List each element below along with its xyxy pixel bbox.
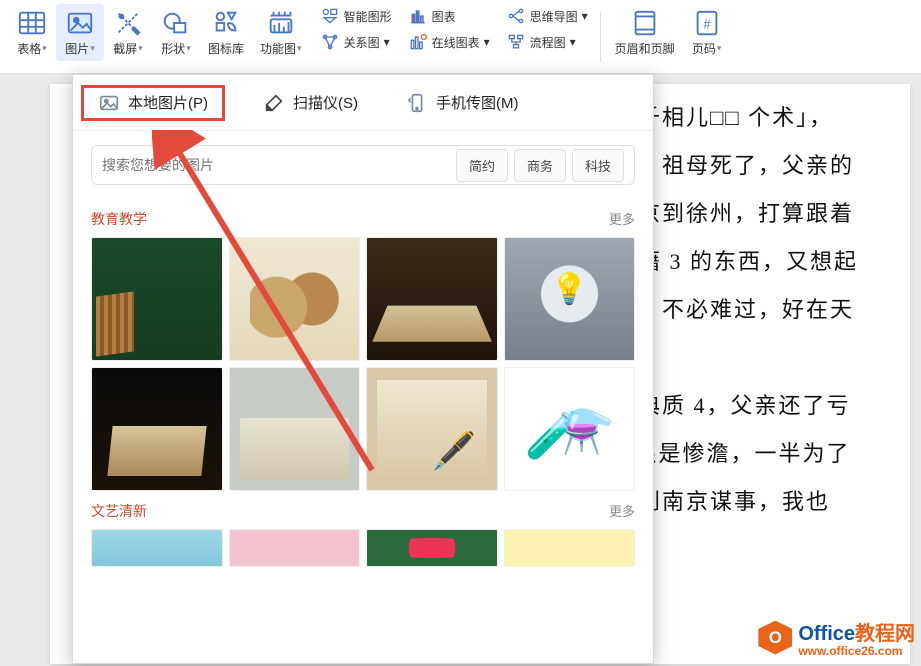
- function-chart[interactable]: 功能图▾: [252, 4, 310, 61]
- image-thumbnail[interactable]: [504, 237, 636, 361]
- flowchart-label: 流程图: [530, 34, 566, 51]
- svg-text:#: #: [703, 17, 711, 32]
- insert-image[interactable]: 图片▾: [56, 4, 104, 61]
- mindmap-label: 思维导图: [530, 8, 578, 25]
- insert-shape[interactable]: 形状▾: [152, 4, 200, 61]
- image-thumbnail[interactable]: [229, 529, 361, 567]
- image-thumbnail[interactable]: [504, 529, 636, 567]
- tab-phone[interactable]: 手机传图(M): [396, 86, 529, 120]
- watermark-logo: O: [758, 621, 792, 655]
- screenshot-label: 截屏: [113, 40, 137, 57]
- smart-shape[interactable]: 智能图形: [314, 4, 398, 28]
- scanner-icon: [263, 92, 285, 114]
- search-box[interactable]: 简约 商务 科技: [91, 145, 635, 185]
- flowchart[interactable]: 流程图▾: [500, 30, 594, 54]
- insert-image-label: 图片: [65, 40, 89, 57]
- phone-transfer-icon: [406, 92, 428, 114]
- insert-chart[interactable]: 图表: [402, 4, 496, 28]
- watermark-url: www.office26.com: [798, 644, 915, 658]
- mindmap-icon: [506, 6, 526, 26]
- image-thumbnail[interactable]: [91, 237, 223, 361]
- toolbar-separator: [600, 12, 601, 62]
- table-icon: [17, 8, 47, 38]
- thumbnail-grid-1: [91, 237, 635, 491]
- insert-image-dropdown: 本地图片(P) 扫描仪(S) 手机传图(M) 简约 商务 科技 教育教学 更多: [72, 74, 654, 664]
- screenshot-icon: [113, 8, 143, 38]
- header-footer-label: 页眉和页脚: [615, 40, 675, 57]
- category-literary: 文艺清新 更多: [73, 491, 653, 567]
- category-title: 文艺清新: [91, 501, 147, 521]
- header-footer-icon: [630, 8, 660, 38]
- ribbon-toolbar: 表格▾ 图片▾ 截屏▾ 形状▾ 图标库 功能图▾ 智能图形 关系图▾ 图表: [0, 0, 921, 74]
- image-thumbnail[interactable]: [91, 529, 223, 567]
- tab-local-label: 本地图片(P): [128, 92, 208, 113]
- chart-group-1: 智能图形 关系图▾: [314, 4, 398, 54]
- icon-library-icon: [211, 8, 241, 38]
- image-thumbnail[interactable]: [229, 367, 361, 491]
- category-education: 教育教学 更多: [73, 199, 653, 491]
- watermark: O Office教程网 www.office26.com: [758, 617, 915, 658]
- chart-icon: [408, 6, 428, 26]
- tab-scanner-label: 扫描仪(S): [293, 92, 358, 113]
- header-footer[interactable]: 页眉和页脚: [607, 4, 683, 61]
- online-chart-icon: [408, 32, 428, 52]
- insert-chart-label: 图表: [432, 8, 456, 25]
- icon-library-label: 图标库: [208, 40, 244, 57]
- chip-business[interactable]: 商务: [514, 149, 566, 182]
- image-thumbnail[interactable]: [504, 367, 636, 491]
- insert-shape-label: 形状: [161, 40, 185, 57]
- image-thumbnail[interactable]: [366, 367, 498, 491]
- image-thumbnail[interactable]: [366, 237, 498, 361]
- insert-table-label: 表格: [17, 40, 41, 57]
- search-input[interactable]: [102, 157, 448, 173]
- category-more[interactable]: 更多: [609, 209, 635, 228]
- page-number-label: 页码: [692, 40, 716, 57]
- watermark-brand: Office教程网: [798, 617, 915, 646]
- image-icon: [65, 8, 95, 38]
- chart-group-2: 图表 在线图表▾: [402, 4, 496, 54]
- image-thumbnail[interactable]: [229, 237, 361, 361]
- shape-icon: [161, 8, 191, 38]
- relation-chart-label: 关系图: [344, 34, 380, 51]
- search-row: 简约 商务 科技: [73, 131, 653, 199]
- function-chart-icon: [266, 8, 296, 38]
- screenshot[interactable]: 截屏▾: [104, 4, 152, 61]
- online-chart[interactable]: 在线图表▾: [402, 30, 496, 54]
- mindmap[interactable]: 思维导图▾: [500, 4, 594, 28]
- page-number-icon: #: [692, 8, 722, 38]
- tab-local-image[interactable]: 本地图片(P): [81, 85, 225, 121]
- page-number[interactable]: # 页码▾: [683, 4, 731, 61]
- tab-scanner[interactable]: 扫描仪(S): [253, 86, 368, 120]
- local-image-icon: [98, 92, 120, 114]
- relation-chart[interactable]: 关系图▾: [314, 30, 398, 54]
- chart-group-3: 思维导图▾ 流程图▾: [500, 4, 594, 54]
- insert-table[interactable]: 表格▾: [8, 4, 56, 61]
- smart-shape-label: 智能图形: [344, 8, 392, 25]
- flowchart-icon: [506, 32, 526, 52]
- online-chart-label: 在线图表: [432, 34, 480, 51]
- smart-shape-icon: [320, 6, 340, 26]
- tab-phone-label: 手机传图(M): [436, 92, 519, 113]
- chip-simple[interactable]: 简约: [456, 149, 508, 182]
- chip-tech[interactable]: 科技: [572, 149, 624, 182]
- thumbnail-grid-2: [91, 529, 635, 567]
- image-thumbnail[interactable]: [91, 367, 223, 491]
- image-thumbnail[interactable]: [366, 529, 498, 567]
- category-more[interactable]: 更多: [609, 501, 635, 520]
- filter-chips: 简约 商务 科技: [456, 149, 624, 182]
- category-title: 教育教学: [91, 209, 147, 229]
- function-chart-label: 功能图: [260, 40, 296, 57]
- relation-chart-icon: [320, 32, 340, 52]
- icon-library[interactable]: 图标库: [200, 4, 252, 61]
- image-source-tabs: 本地图片(P) 扫描仪(S) 手机传图(M): [73, 75, 653, 131]
